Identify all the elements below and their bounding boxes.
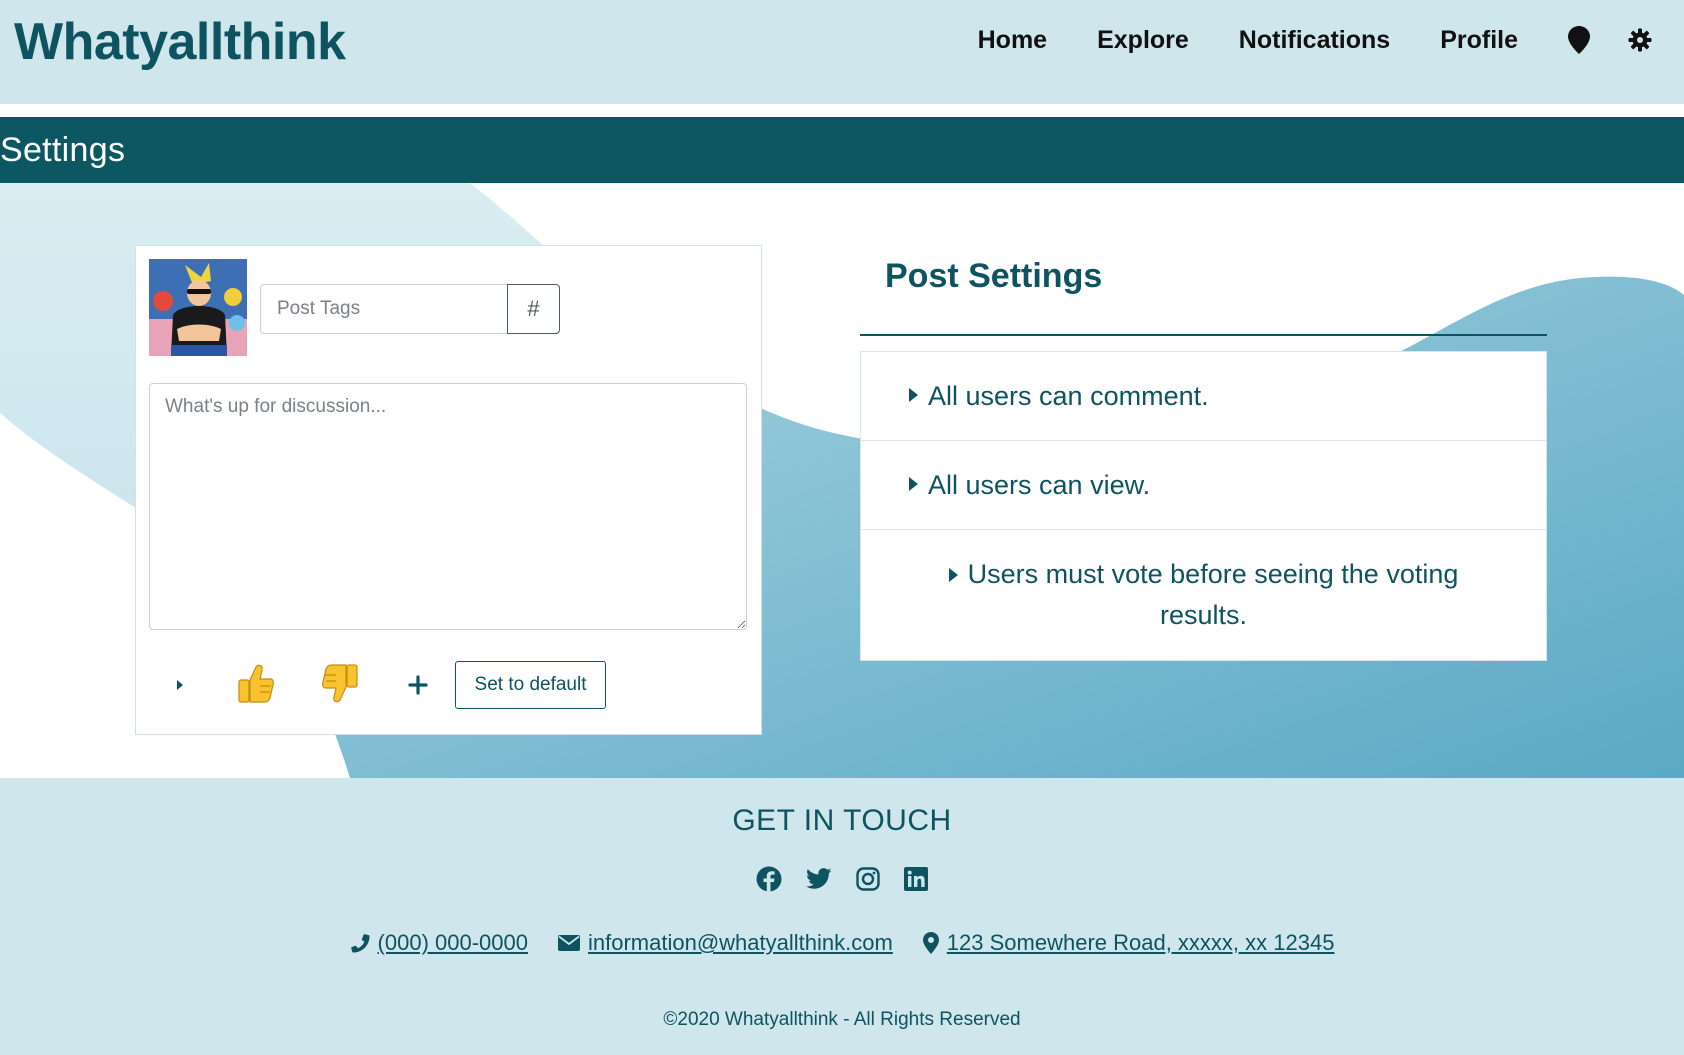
nav-explore[interactable]: Explore — [1097, 26, 1189, 55]
twitter-icon[interactable] — [806, 866, 832, 892]
caret-right-icon — [948, 567, 958, 582]
setting-vote-before-results[interactable]: Users must vote before seeing the voting… — [861, 530, 1546, 660]
setting-label: Users must vote before seeing the voting… — [967, 559, 1459, 630]
thumbs-up-icon[interactable] — [234, 663, 276, 705]
setting-label: All users can comment. — [928, 380, 1209, 411]
address-text: 123 Somewhere Road, xxxxx, xx 12345 — [946, 930, 1335, 955]
main-content: # Set t — [0, 183, 1684, 778]
composer-toolbar: Set to default — [136, 661, 761, 711]
nav-notifications[interactable]: Notifications — [1239, 26, 1390, 55]
plus-icon[interactable] — [406, 673, 430, 697]
facebook-icon[interactable] — [756, 866, 782, 892]
main-nav: Home Explore Notifications Profile — [978, 20, 1684, 60]
social-links — [0, 866, 1684, 892]
post-tags-input[interactable] — [260, 284, 508, 334]
brand-logo[interactable]: Whatyallthink — [14, 12, 346, 72]
copyright: ©2020 Whatyallthink - All Rights Reserve… — [663, 1009, 1021, 1030]
instagram-icon[interactable] — [856, 866, 880, 892]
contact-row: (000) 000-0000 information@whatyallthink… — [0, 930, 1684, 956]
post-settings-title: Post Settings — [885, 257, 1103, 295]
phone-link[interactable]: (000) 000-0000 — [350, 930, 528, 956]
page-title: Settings — [0, 131, 126, 169]
post-composer-card: # Set t — [135, 245, 762, 735]
site-footer: GET IN TOUCH (000) 000-0000 information@… — [0, 778, 1684, 1055]
phone-icon — [350, 934, 370, 953]
settings-divider — [860, 334, 1547, 336]
setting-all-users-view[interactable]: All users can view. — [861, 441, 1546, 530]
post-settings-list: All users can comment. All users can vie… — [860, 351, 1547, 661]
phone-text: (000) 000-0000 — [377, 930, 528, 955]
map-marker-icon — [922, 932, 939, 954]
linkedin-icon[interactable] — [904, 866, 928, 892]
setting-all-users-comment[interactable]: All users can comment. — [861, 352, 1546, 441]
caret-right-icon[interactable] — [168, 673, 192, 697]
thumbs-down-icon[interactable] — [320, 661, 362, 705]
map-marker-icon[interactable] — [1568, 26, 1590, 54]
nav-home[interactable]: Home — [978, 26, 1047, 55]
setting-label: All users can view. — [928, 469, 1151, 500]
gear-icon[interactable] — [1628, 28, 1652, 52]
email-link[interactable]: information@whatyallthink.com — [558, 930, 893, 956]
setting-label-wrap: Users must vote before seeing the voting… — [921, 554, 1486, 636]
page-title-bar: Settings — [0, 117, 1684, 183]
caret-right-icon — [909, 477, 918, 491]
email-text: information@whatyallthink.com — [588, 930, 893, 955]
envelope-icon — [558, 935, 580, 951]
hashtag-button[interactable]: # — [507, 284, 560, 334]
footer-title: GET IN TOUCH — [732, 804, 952, 837]
nav-profile[interactable]: Profile — [1440, 26, 1518, 55]
site-header: Whatyallthink Home Explore Notifications… — [0, 0, 1684, 104]
caret-right-icon — [909, 388, 918, 402]
set-to-default-button[interactable]: Set to default — [455, 661, 606, 709]
avatar — [149, 259, 247, 356]
address-link[interactable]: 123 Somewhere Road, xxxxx, xx 12345 — [922, 930, 1335, 956]
discussion-textarea[interactable] — [149, 383, 747, 630]
